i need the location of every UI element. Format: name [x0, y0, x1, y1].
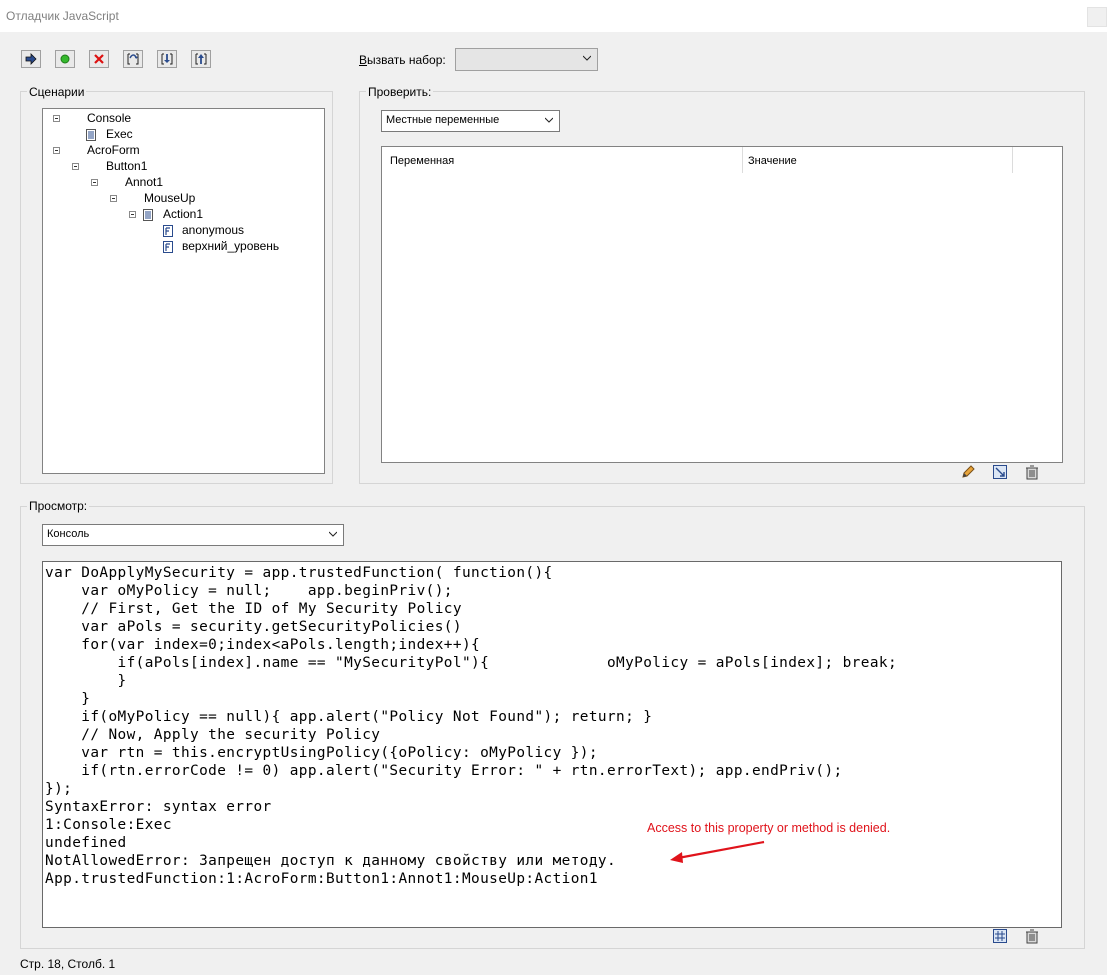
clear-button[interactable]: [89, 50, 109, 68]
column-header-variable[interactable]: Переменная: [390, 155, 454, 167]
scripts-tree[interactable]: Console Exec AcroForm Button1 Annot1 Mou…: [42, 108, 325, 474]
green-dot-icon: [60, 54, 70, 64]
inspect-dropdown-value: Местные переменные: [386, 114, 500, 126]
collapse-toggle[interactable]: [53, 115, 60, 122]
tree-node-exec[interactable]: Exec: [106, 127, 133, 141]
close-button[interactable]: [1087, 7, 1107, 27]
annotation-text: Access to this property or method is den…: [647, 821, 891, 835]
step-out-icon: [195, 53, 207, 65]
chevron-down-icon: [583, 55, 591, 61]
line-numbers-icon[interactable]: [992, 928, 1008, 944]
variables-table[interactable]: Переменная Значение: [381, 146, 1063, 463]
collapse-toggle[interactable]: [110, 195, 117, 202]
column-divider[interactable]: [742, 147, 743, 173]
status-text: Стр. 18, Столб. 1: [20, 957, 116, 971]
view-label: Просмотр:: [27, 499, 90, 513]
title-bar: [0, 0, 1107, 32]
red-x-icon: [94, 54, 104, 64]
collapse-toggle[interactable]: [53, 147, 60, 154]
annotation-arrow-icon: [670, 840, 765, 863]
step-over-icon: [127, 53, 139, 65]
collapse-toggle[interactable]: [72, 163, 79, 170]
collapse-toggle[interactable]: [91, 179, 98, 186]
tree-node-console[interactable]: Console: [87, 111, 131, 125]
window-title: Отладчик JavaScript: [6, 9, 119, 23]
callstack-label: Вызвать набор:: [359, 53, 446, 67]
console-output[interactable]: var DoApplyMySecurity = app.trustedFunct…: [42, 561, 1062, 928]
tree-node-action1[interactable]: Action1: [163, 207, 203, 221]
status-bar: [0, 955, 1107, 975]
tree-node-annot1[interactable]: Annot1: [125, 175, 163, 189]
tree-node-mouseup[interactable]: MouseUp: [144, 191, 195, 205]
chevron-down-icon: [329, 531, 337, 537]
callstack-dropdown[interactable]: [455, 48, 598, 71]
step-into-icon: [161, 53, 173, 65]
watch-variable-icon[interactable]: [992, 464, 1008, 480]
script-icon: [86, 129, 96, 141]
scripts-label: Сценарии: [27, 85, 87, 99]
column-header-value[interactable]: Значение: [748, 155, 797, 167]
step-out-button[interactable]: [191, 50, 211, 68]
step-over-button[interactable]: [123, 50, 143, 68]
function-icon: [163, 241, 173, 253]
chevron-down-icon: [545, 117, 553, 123]
trash-icon[interactable]: [1024, 928, 1040, 944]
trash-icon[interactable]: [1024, 464, 1040, 480]
script-icon: [143, 209, 153, 221]
collapse-toggle[interactable]: [129, 211, 136, 218]
resume-button[interactable]: [21, 50, 41, 68]
view-dropdown[interactable]: Консоль: [42, 524, 344, 546]
column-divider[interactable]: [1012, 147, 1013, 173]
resume-arrow-icon: [25, 53, 37, 65]
tree-node-top-level[interactable]: верхний_уровень: [182, 239, 279, 253]
view-dropdown-value: Консоль: [47, 528, 90, 540]
tree-node-anonymous[interactable]: anonymous: [182, 223, 244, 237]
tree-node-button1[interactable]: Button1: [106, 159, 147, 173]
step-into-button[interactable]: [157, 50, 177, 68]
inspect-dropdown[interactable]: Местные переменные: [381, 110, 560, 132]
stop-button[interactable]: [55, 50, 75, 68]
tree-node-acroform[interactable]: AcroForm: [87, 143, 140, 157]
edit-pencil-icon[interactable]: [960, 464, 976, 480]
function-icon: [163, 225, 173, 237]
inspect-label: Проверить:: [366, 85, 434, 99]
